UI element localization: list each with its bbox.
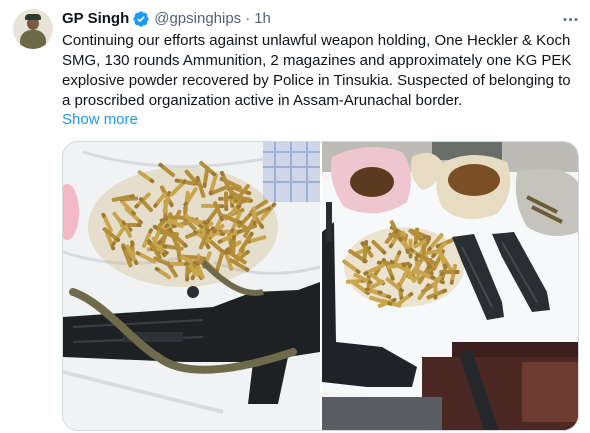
tweet-header: GP Singh @gpsinghips · 1h xyxy=(62,9,271,29)
tweet-text: Continuing our efforts against unlawful … xyxy=(62,32,572,109)
separator-dot: · xyxy=(245,10,251,27)
photo-bags-magazines-rifle xyxy=(322,142,578,430)
tweet[interactable]: GP Singh @gpsinghips · 1h Continuing our… xyxy=(0,0,590,433)
avatar-figure-body xyxy=(20,30,46,49)
author-handle[interactable]: @gpsinghips xyxy=(154,9,241,29)
tweet-timestamp[interactable]: 1h xyxy=(254,9,271,29)
more-options-icon[interactable] xyxy=(559,9,581,29)
avatar[interactable] xyxy=(13,9,53,49)
tweet-media[interactable] xyxy=(62,141,579,431)
avatar-figure-cap xyxy=(25,14,41,20)
verified-badge-icon[interactable] xyxy=(132,10,150,28)
author-name[interactable]: GP Singh xyxy=(62,9,129,29)
show-more-link[interactable]: Show more xyxy=(62,110,138,130)
media-photo-right[interactable] xyxy=(322,142,578,430)
photo-ammunition-and-rifle xyxy=(63,142,320,430)
media-photo-left[interactable] xyxy=(63,142,320,430)
